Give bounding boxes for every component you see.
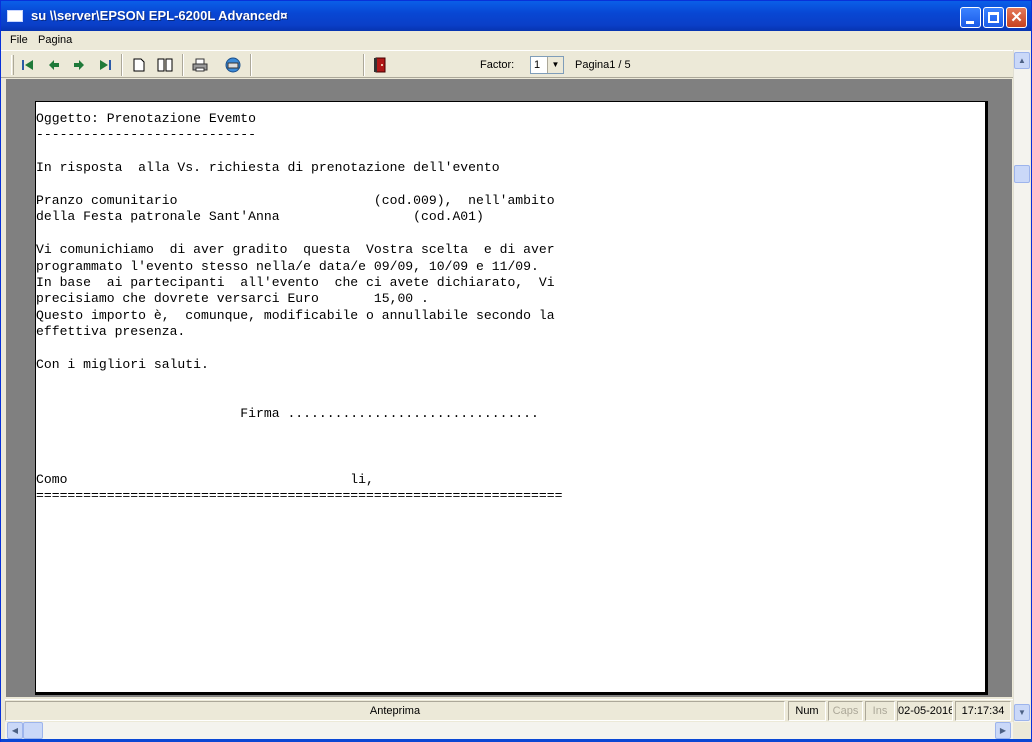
close-button[interactable]: ✕ xyxy=(1006,7,1027,28)
printer-icon xyxy=(192,58,208,72)
chevron-right-icon: ▶ xyxy=(999,726,1007,735)
vertical-scrollbar[interactable]: ▲ ▼ xyxy=(1013,50,1030,722)
factor-select[interactable]: 1 ▼ xyxy=(530,56,564,74)
chevron-left-icon: ◀ xyxy=(11,726,19,735)
scroll-thumb[interactable] xyxy=(1014,165,1030,183)
previous-page-icon xyxy=(49,60,59,70)
first-page-button[interactable] xyxy=(17,54,39,76)
preview-area[interactable]: Oggetto: Prenotazione Evemto -----------… xyxy=(6,79,1012,697)
print-setup-icon xyxy=(225,57,241,73)
menu-bar: File Pagina xyxy=(1,31,1031,50)
next-page-button[interactable] xyxy=(68,54,90,76)
factor-label: Factor: xyxy=(480,59,515,71)
scroll-thumb[interactable] xyxy=(23,722,43,739)
exit-button[interactable] xyxy=(369,54,391,76)
exit-door-icon xyxy=(374,57,386,73)
minimize-icon xyxy=(966,21,974,24)
chevron-up-icon: ▲ xyxy=(1018,56,1026,65)
toolbar-grip[interactable] xyxy=(11,55,14,75)
status-date: 02-05-2016 xyxy=(897,701,953,721)
two-pages-button[interactable] xyxy=(154,54,176,76)
scroll-down-button[interactable]: ▼ xyxy=(1014,704,1030,721)
print-button[interactable] xyxy=(189,54,211,76)
status-mode: Anteprima xyxy=(5,701,785,721)
horizontal-scrollbar[interactable]: ◀ ▶ xyxy=(5,722,1013,739)
last-page-button[interactable] xyxy=(94,54,116,76)
status-insert: Ins xyxy=(865,701,895,721)
menu-pagina[interactable]: Pagina xyxy=(38,34,72,46)
document-text: Oggetto: Prenotazione Evemto -----------… xyxy=(36,111,563,504)
close-icon: ✕ xyxy=(1010,9,1023,26)
toolbar-separator xyxy=(363,54,365,76)
factor-value: 1 xyxy=(534,59,541,71)
single-page-icon xyxy=(133,58,145,72)
chevron-down-icon[interactable]: ▼ xyxy=(547,57,563,73)
restore-button[interactable] xyxy=(983,7,1004,28)
window-title: su \\server\EPSON EPL-6200L Advanced¤ xyxy=(31,8,288,23)
toolbar-separator xyxy=(250,54,252,76)
scroll-right-button[interactable]: ▶ xyxy=(995,722,1011,739)
toolbar-separator xyxy=(182,54,184,76)
chevron-down-icon: ▼ xyxy=(1018,708,1026,717)
restore-icon xyxy=(988,12,999,23)
preview-window: su \\server\EPSON EPL-6200L Advanced¤ ✕ … xyxy=(0,0,1032,742)
minimize-button[interactable] xyxy=(960,7,981,28)
toolbar: Factor: 1 ▼ Pagina1 / 5 xyxy=(1,50,1013,78)
scroll-up-button[interactable]: ▲ xyxy=(1014,52,1030,69)
status-caps-lock: Caps xyxy=(828,701,863,721)
status-time: 17:17:34 xyxy=(955,701,1011,721)
first-page-icon xyxy=(22,60,33,70)
status-bar: Anteprima Num Caps Ins 02-05-2016 17:17:… xyxy=(5,699,1013,721)
page-indicator: Pagina1 / 5 xyxy=(575,59,631,71)
previous-page-button[interactable] xyxy=(43,54,65,76)
toolbar-separator xyxy=(121,54,123,76)
last-page-icon xyxy=(100,60,111,70)
title-bar[interactable]: su \\server\EPSON EPL-6200L Advanced¤ ✕ xyxy=(1,1,1031,31)
scroll-left-button[interactable]: ◀ xyxy=(7,722,23,739)
single-page-button[interactable] xyxy=(128,54,150,76)
two-pages-icon xyxy=(157,58,173,72)
print-setup-button[interactable] xyxy=(222,54,244,76)
menu-file[interactable]: File xyxy=(10,34,28,46)
document-page: Oggetto: Prenotazione Evemto -----------… xyxy=(35,101,988,695)
scrollbar-corner xyxy=(1013,722,1030,739)
next-page-icon xyxy=(74,60,84,70)
status-num-lock: Num xyxy=(788,701,826,721)
app-icon xyxy=(7,10,23,22)
